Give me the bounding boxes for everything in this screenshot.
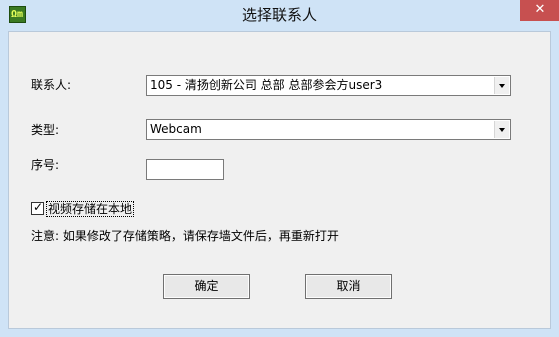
type-label: 类型: [31,123,60,137]
title-bar[interactable]: Ωm 选择联系人 ✕ [0,0,559,31]
chevron-down-icon [499,84,505,88]
contact-select-value: 105 - 清扬创新公司 总部 总部参会方user3 [150,78,383,92]
type-select-value: Webcam [150,122,202,136]
dialog-body: 联系人: 105 - 清扬创新公司 总部 总部参会方user3 类型: Webc… [8,31,551,329]
dialog-window: Ωm 选择联系人 ✕ 联系人: 105 - 清扬创新公司 总部 总部参会方use… [0,0,559,337]
type-dropdown-arrow[interactable] [494,121,509,138]
contact-select[interactable]: 105 - 清扬创新公司 总部 总部参会方user3 [146,75,511,96]
ok-button[interactable]: 确定 [163,274,250,299]
chevron-down-icon [499,128,505,132]
cancel-button[interactable]: 取消 [305,274,392,299]
seq-input[interactable] [146,159,224,180]
storage-note: 注意: 如果修改了存储策略，请保存墙文件后，再重新打开 [31,229,339,243]
close-icon: ✕ [534,2,546,17]
checkmark-icon: ✓ [33,200,44,214]
contact-dropdown-arrow[interactable] [494,77,509,94]
save-local-label[interactable]: 视频存储在本地 [45,200,135,217]
contact-label: 联系人: [31,78,72,92]
save-local-checkbox[interactable]: ✓ [31,200,44,215]
seq-label: 序号: [31,158,60,172]
type-select[interactable]: Webcam [146,119,511,140]
save-local-label-text: 视频存储在本地 [45,201,135,217]
close-button[interactable]: ✕ [520,0,559,21]
window-title: 选择联系人 [241,6,317,24]
